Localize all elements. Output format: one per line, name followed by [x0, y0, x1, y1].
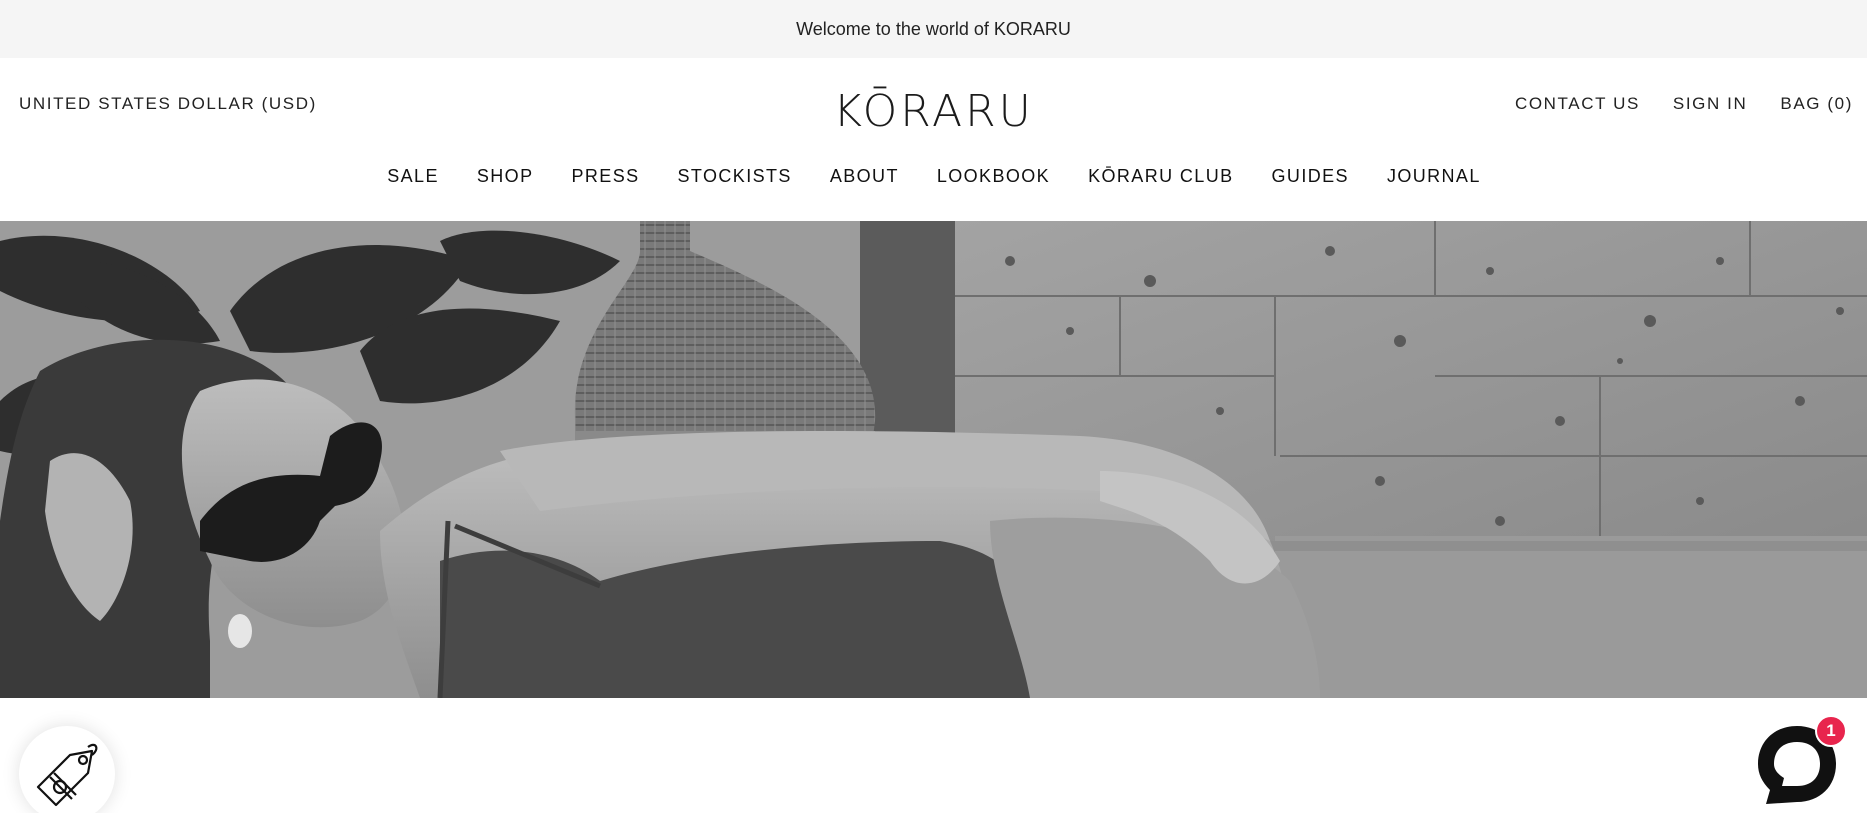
nav-item-journal[interactable]: JOURNAL — [1386, 166, 1481, 187]
nav-item-stockists[interactable]: STOCKISTS — [677, 166, 792, 187]
announcement-text: Welcome to the world of KORARU — [796, 18, 1071, 39]
contact-us-link[interactable]: CONTACT US — [1515, 94, 1640, 114]
price-tag-icon — [36, 743, 98, 807]
promo-tag-button[interactable] — [19, 726, 115, 813]
nav-item-about[interactable]: ABOUT — [829, 166, 899, 187]
main-nav: SALE SHOP PRESS STOCKISTS ABOUT LOOKBOOK… — [0, 166, 1867, 187]
nav-item-lookbook[interactable]: LOOKBOOK — [936, 166, 1050, 187]
hero-image — [0, 221, 1867, 698]
site-header: UNITED STATES DOLLAR (USD) KŌRARU CONTAC… — [0, 58, 1867, 221]
nav-item-sale[interactable]: SALE — [386, 166, 439, 187]
nav-item-guides[interactable]: GUIDES — [1271, 166, 1349, 187]
logo-link[interactable]: KŌRARU — [833, 86, 1034, 137]
nav-item-koraru-club[interactable]: KŌRARU CLUB — [1087, 166, 1233, 187]
announcement-bar: Welcome to the world of KORARU — [0, 0, 1867, 58]
bag-link[interactable]: BAG (0) — [1780, 94, 1853, 114]
utility-links: CONTACT US SIGN IN BAG (0) — [1515, 94, 1853, 114]
chat-notification-badge: 1 — [1815, 715, 1847, 747]
sign-in-link[interactable]: SIGN IN — [1673, 94, 1748, 114]
hero-photo — [0, 221, 1867, 698]
nav-item-press[interactable]: PRESS — [571, 166, 640, 187]
nav-item-shop[interactable]: SHOP — [476, 166, 534, 187]
